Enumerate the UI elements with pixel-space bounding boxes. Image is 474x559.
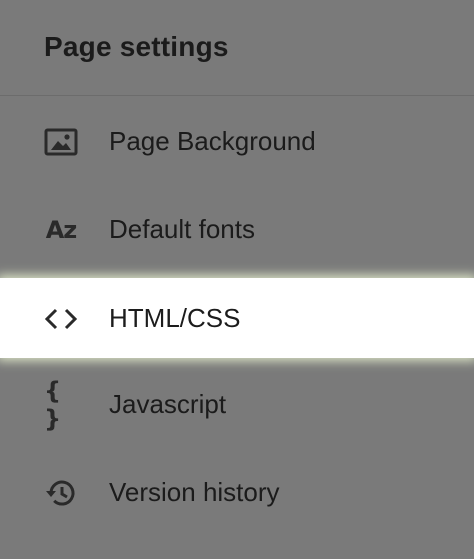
- history-icon: [44, 476, 78, 510]
- menu-item-default-fonts[interactable]: Az Default fonts: [0, 189, 474, 269]
- braces-icon-glyph: { }: [44, 377, 66, 433]
- braces-icon: { }: [44, 377, 78, 433]
- menu-item-label: Javascript: [109, 389, 227, 419]
- menu-item-label: Version history: [109, 477, 280, 507]
- menu-item-html-css[interactable]: HTML/CSS: [0, 278, 474, 358]
- menu-item-page-background[interactable]: Page Background: [0, 101, 474, 181]
- menu-item-javascript[interactable]: { } Javascript: [0, 364, 474, 444]
- panel-header: Page settings: [0, 0, 474, 96]
- menu-item-version-history[interactable]: Version history: [0, 452, 474, 532]
- menu-item-label: HTML/CSS: [109, 303, 241, 333]
- menu-item-label: Page Background: [109, 126, 316, 156]
- font-icon-glyph: Az: [45, 216, 78, 244]
- menu-item-label: Default fonts: [109, 214, 255, 244]
- panel-title: Page settings: [44, 31, 229, 62]
- font-icon: Az: [44, 213, 78, 247]
- code-icon: [44, 302, 78, 336]
- image-icon: [44, 125, 78, 159]
- page-settings-panel: Page settings Page Background Az Default…: [0, 0, 474, 559]
